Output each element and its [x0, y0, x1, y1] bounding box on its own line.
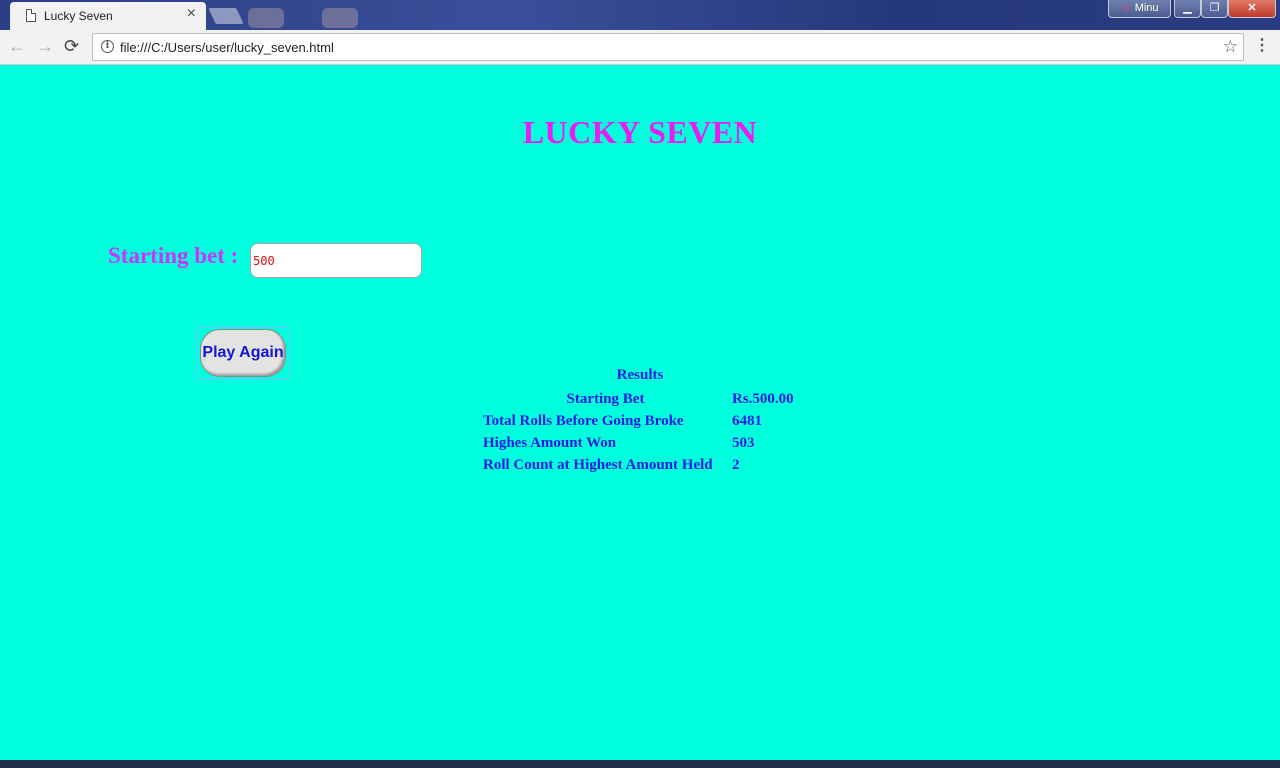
result-label: Starting Bet	[566, 390, 645, 407]
address-bar[interactable]: i file:///C:/Users/user/lucky_seven.html…	[92, 33, 1244, 61]
background-decoration	[248, 8, 284, 28]
table-row: Roll Count at Highest Amount Held 2	[482, 455, 795, 475]
result-value: Rs.500.00	[732, 390, 794, 407]
new-tab-button[interactable]	[208, 8, 244, 24]
close-window-button[interactable]: ✕	[1228, 0, 1276, 18]
document-icon	[26, 9, 36, 22]
result-label: Highes Amount Won	[483, 434, 617, 451]
result-value: 6481	[732, 412, 762, 429]
restore-button[interactable]: ❐	[1201, 0, 1228, 18]
result-label: Total Rolls Before Going Broke	[483, 412, 684, 429]
forward-arrow-icon[interactable]: →	[36, 37, 54, 55]
os-taskbar	[0, 760, 1280, 768]
bookmark-star-icon[interactable]: ☆	[1223, 37, 1238, 57]
table-row: Total Rolls Before Going Broke 6481	[482, 411, 795, 431]
result-value: 503	[732, 434, 755, 451]
profile-name: Minu	[1134, 2, 1159, 14]
starting-bet-input[interactable]	[250, 243, 422, 278]
results-table: Starting Bet Rs.500.00 Total Rolls Befor…	[480, 387, 797, 477]
page-title: LUCKY SEVEN	[522, 114, 758, 150]
browser-toolbar: ← → ⟳ i file:///C:/Users/user/lucky_seve…	[0, 30, 1280, 65]
window-title-bar: Lucky Seven × ☺ Minu ▁ ❐ ✕	[0, 0, 1280, 30]
starting-bet-label: Starting bet :	[108, 243, 239, 268]
reload-icon[interactable]: ⟳	[64, 37, 79, 55]
table-row: Highes Amount Won 503	[482, 433, 795, 453]
info-icon[interactable]: i	[101, 40, 114, 53]
tab-title: Lucky Seven	[44, 9, 113, 23]
close-icon: ✕	[1247, 2, 1257, 14]
close-tab-icon[interactable]: ×	[187, 6, 196, 22]
table-row: Starting Bet Rs.500.00	[482, 389, 795, 409]
browser-menu-icon[interactable]: ⋮	[1254, 37, 1270, 55]
result-label: Roll Count at Highest Amount Held	[483, 456, 713, 473]
result-value: 2	[732, 456, 740, 473]
minimize-icon: ▁	[1183, 2, 1192, 14]
profile-button[interactable]: ☺ Minu	[1108, 0, 1171, 18]
browser-tab[interactable]: Lucky Seven ×	[10, 2, 206, 30]
background-decoration	[322, 8, 358, 28]
url-text[interactable]: file:///C:/Users/user/lucky_seven.html	[120, 40, 334, 55]
minimize-button[interactable]: ▁	[1174, 0, 1201, 18]
results-heading: Results	[616, 367, 664, 383]
profile-icon: ☺	[1120, 2, 1132, 14]
back-arrow-icon[interactable]: ←	[8, 37, 26, 55]
restore-icon: ❐	[1209, 2, 1220, 14]
